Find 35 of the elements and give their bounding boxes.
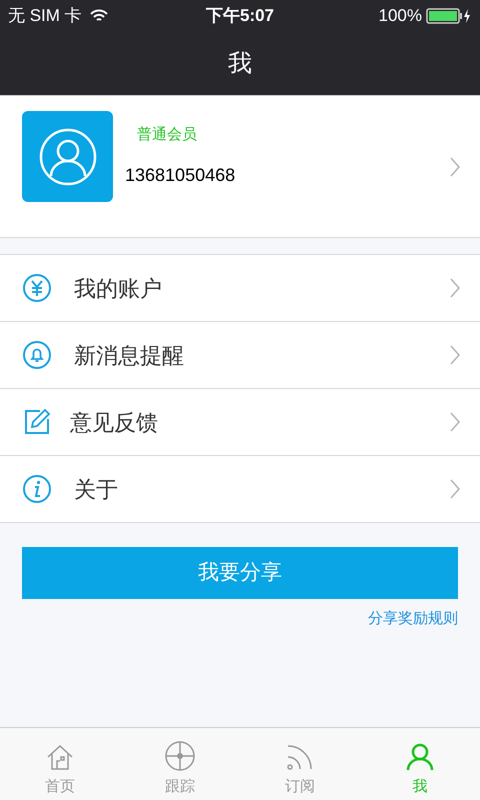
crosshair-icon <box>164 740 196 772</box>
menu-label: 意见反馈 <box>70 408 159 436</box>
chevron-right-icon <box>450 412 460 432</box>
profile-card[interactable]: 普通会员 13681050468 <box>0 96 480 238</box>
tab[interactable]: 跟踪 <box>120 728 240 800</box>
chevron-right-icon <box>450 278 460 298</box>
menu-label: 新消息提醒 <box>74 342 185 370</box>
chevron-right-icon <box>450 479 460 499</box>
menu-label: 我的账户 <box>74 274 163 302</box>
bell-icon <box>22 340 52 370</box>
menu-item[interactable]: 关于 <box>0 456 480 523</box>
person-icon <box>405 742 435 772</box>
carrier-label: 无 SIM 卡 <box>8 5 82 28</box>
tab[interactable]: 订阅 <box>240 728 360 800</box>
battery-percent: 100% <box>378 5 422 28</box>
share-button[interactable]: 我要分享 <box>22 547 458 599</box>
page-title: 我 <box>228 48 252 78</box>
menu-item[interactable]: 我的账户 <box>0 255 480 322</box>
edit-icon <box>23 408 51 436</box>
yuan-icon <box>22 273 52 303</box>
share-rules-link[interactable]: 分享奖励规则 <box>368 608 458 630</box>
wifi-icon <box>90 9 108 23</box>
menu-label: 关于 <box>74 476 119 504</box>
phone-number: 13681050468 <box>125 164 236 188</box>
clock: 下午5:07 <box>206 5 274 28</box>
menu-item[interactable]: 意见反馈 <box>0 389 480 456</box>
battery-charging-icon <box>426 8 472 24</box>
chevron-right-icon <box>450 156 460 176</box>
menu-item[interactable]: 新消息提醒 <box>0 322 480 389</box>
info-icon <box>22 474 52 504</box>
user-icon <box>38 128 96 186</box>
tab[interactable]: 我 <box>360 728 480 800</box>
tab[interactable]: 首页 <box>0 728 120 800</box>
chevron-right-icon <box>450 345 460 365</box>
member-level: 普通会员 <box>137 124 198 145</box>
